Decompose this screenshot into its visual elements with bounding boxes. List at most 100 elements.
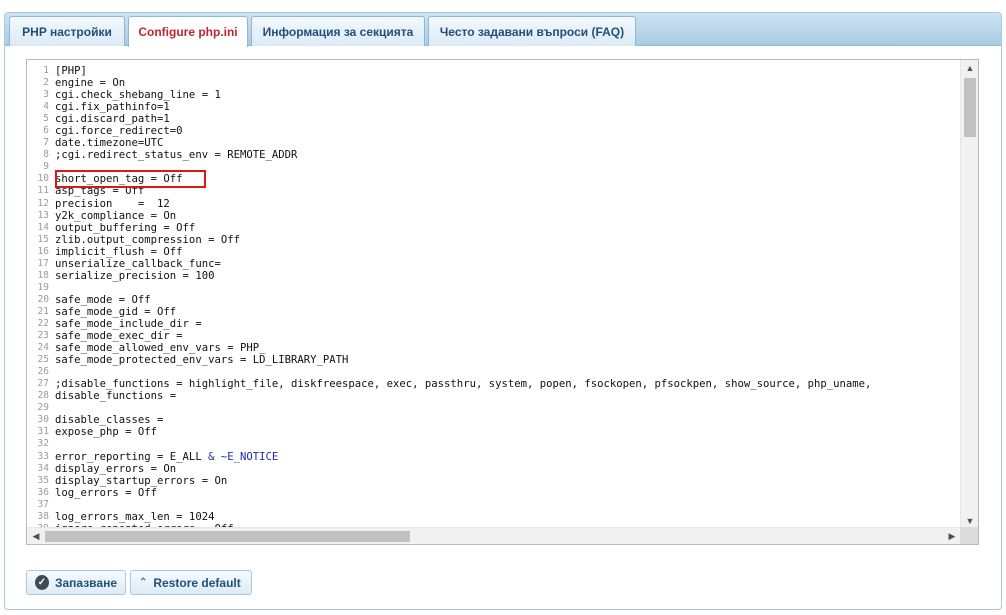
code-line[interactable]: 16 implicit_flush = Off — [27, 246, 961, 258]
line-code: safe_mode_protected_env_vars = LD_LIBRAR… — [55, 354, 349, 367]
horizontal-scroll-thumb[interactable] — [45, 531, 410, 542]
tab-section-info[interactable]: Информация за секцията — [251, 16, 425, 46]
line-text: display_errors = On — [55, 463, 176, 475]
code-line[interactable]: 13 y2k_compliance = On — [27, 210, 961, 222]
line-number: 20 — [37, 293, 49, 305]
line-code: engine = On — [55, 77, 126, 90]
triangle-up-icon[interactable]: ▲ — [961, 60, 978, 76]
line-number: 13 — [37, 209, 49, 221]
line-code: unserialize_callback_func= — [55, 257, 221, 270]
line-text: precision = 12 — [55, 198, 170, 210]
line-code: log_errors_max_len = 1024 — [55, 510, 215, 523]
line-text: safe_mode = Off — [55, 294, 151, 306]
line-number: 1 — [43, 65, 49, 76]
restore-default-button[interactable]: ⌃ Restore default — [130, 570, 252, 595]
line-number: 3 — [43, 89, 49, 101]
tab-configure-php-ini[interactable]: Configure php.ini — [128, 16, 248, 47]
line-code: safe_mode = Off — [55, 293, 151, 306]
code-line[interactable]: 26 — [27, 366, 961, 378]
code-line[interactable]: 32 — [27, 438, 961, 450]
line-code: cgi.discard_path=1 — [55, 113, 170, 126]
code-line[interactable]: 1 [PHP] — [27, 65, 961, 77]
code-line[interactable]: 24 safe_mode_allowed_env_vars = PHP_ — [27, 342, 961, 354]
line-text: y2k_compliance = On — [55, 210, 176, 222]
line-number: 17 — [37, 257, 49, 269]
line-code: ;disable_functions = highlight_file, dis… — [55, 378, 872, 391]
tab-faq[interactable]: Често задавани въпроси (FAQ) — [428, 16, 636, 46]
line-text: display_startup_errors = On — [55, 475, 227, 487]
line-number: 6 — [43, 125, 49, 137]
line-code: expose_php = Off — [55, 426, 158, 439]
line-operator: & ~E_NOTICE — [201, 450, 279, 463]
code-area[interactable]: 1 [PHP] 2 engine = On 3 cgi.check_shebang_lin… — [27, 60, 961, 529]
line-number: 21 — [37, 305, 49, 317]
code-line[interactable]: 35 display_startup_errors = On — [27, 475, 961, 487]
code-line[interactable]: 31 expose_php = Off — [27, 426, 961, 438]
code-line[interactable]: 11 asp_tags = Off — [27, 185, 961, 197]
line-number: 14 — [37, 221, 49, 233]
code-line[interactable]: 10 short_open_tag = Off — [27, 173, 961, 185]
line-code: display_errors = On — [55, 462, 177, 475]
vertical-scroll-thumb[interactable] — [964, 78, 976, 137]
line-number: 7 — [43, 137, 49, 149]
code-line[interactable]: 22 safe_mode_include_dir = — [27, 318, 961, 330]
horizontal-scrollbar[interactable]: ◀ ▶ — [27, 527, 961, 544]
code-line[interactable]: 28 disable_functions = — [27, 390, 961, 402]
code-line[interactable]: 20 safe_mode = Off — [27, 294, 961, 306]
code-line[interactable]: 18 serialize_precision = 100 — [27, 270, 961, 282]
line-number: 2 — [43, 77, 49, 89]
save-button[interactable]: ✓ Запазване — [26, 570, 126, 595]
restore-button-label: Restore default — [153, 575, 241, 590]
code-line[interactable]: 5 cgi.discard_path=1 — [27, 113, 961, 125]
line-text: expose_php = Off — [55, 426, 157, 438]
tab-php-settings[interactable]: PHP настройки — [9, 16, 125, 46]
line-code: asp_tags = Off — [55, 185, 145, 198]
code-line[interactable]: 33 error_reporting = E_ALL & ~E_NOTICE — [27, 451, 961, 463]
triangle-right-icon[interactable]: ▶ — [943, 528, 961, 544]
code-line[interactable]: 34 display_errors = On — [27, 463, 961, 475]
line-code: log_errors = Off — [55, 486, 158, 499]
line-number: 36 — [37, 486, 49, 498]
code-line[interactable]: 2 engine = On — [27, 77, 961, 89]
code-line[interactable]: 6 cgi.force_redirect=0 — [27, 125, 961, 137]
line-code: implicit_flush = Off — [55, 245, 183, 258]
code-line[interactable]: 30 disable_classes = — [27, 414, 961, 426]
code-line[interactable]: 19 — [27, 282, 961, 294]
code-line[interactable]: 7 date.timezone=UTC — [27, 137, 961, 149]
code-line[interactable]: 27 ;disable_functions = highlight_file, d… — [27, 378, 961, 390]
code-line[interactable]: 21 safe_mode_gid = Off — [27, 306, 961, 318]
line-text: safe_mode_gid = Off — [55, 306, 176, 318]
vertical-scrollbar[interactable]: ▲ ▼ — [960, 60, 978, 529]
line-number: 26 — [37, 366, 49, 378]
line-text: safe_mode_exec_dir = — [55, 330, 183, 342]
code-line[interactable]: 17 unserialize_callback_func= — [27, 258, 961, 270]
line-number: 27 — [37, 378, 49, 390]
line-text: date.timezone=UTC — [55, 137, 163, 149]
code-line[interactable]: 37 — [27, 499, 961, 511]
code-line[interactable]: 4 cgi.fix_pathinfo=1 — [27, 101, 961, 113]
code-line[interactable]: 12 precision = 12 — [27, 198, 961, 210]
code-line[interactable]: 14 output_buffering = Off — [27, 222, 961, 234]
code-line[interactable]: 8 ;cgi.redirect_status_env = REMOTE_ADDR — [27, 149, 961, 161]
line-code: error_reporting = E_ALL — [55, 450, 202, 463]
line-code: zlib.output_compression = Off — [55, 233, 240, 246]
line-number: 16 — [37, 245, 49, 257]
line-number: 35 — [37, 474, 49, 486]
line-code: date.timezone=UTC — [55, 137, 164, 150]
php-ini-editor[interactable]: 1 [PHP] 2 engine = On 3 cgi.check_shebang_lin… — [26, 59, 979, 545]
code-line[interactable]: 36 log_errors = Off — [27, 487, 961, 499]
line-text: asp_tags = Off — [55, 185, 144, 197]
code-line[interactable]: 9 — [27, 161, 961, 173]
code-line[interactable]: 15 zlib.output_compression = Off — [27, 234, 961, 246]
line-number: 19 — [37, 281, 49, 293]
code-line[interactable]: 23 safe_mode_exec_dir = — [27, 330, 961, 342]
line-code: cgi.force_redirect=0 — [55, 125, 183, 138]
line-number: 32 — [37, 438, 49, 450]
line-number: 11 — [37, 185, 49, 197]
code-line[interactable]: 38 log_errors_max_len = 1024 — [27, 511, 961, 523]
code-line[interactable]: 25 safe_mode_protected_env_vars = LD_LIBR… — [27, 354, 961, 366]
code-line[interactable]: 29 — [27, 402, 961, 414]
code-line[interactable]: 3 cgi.check_shebang_line = 1 — [27, 89, 961, 101]
triangle-left-icon[interactable]: ◀ — [27, 528, 45, 544]
line-number: 28 — [37, 390, 49, 402]
